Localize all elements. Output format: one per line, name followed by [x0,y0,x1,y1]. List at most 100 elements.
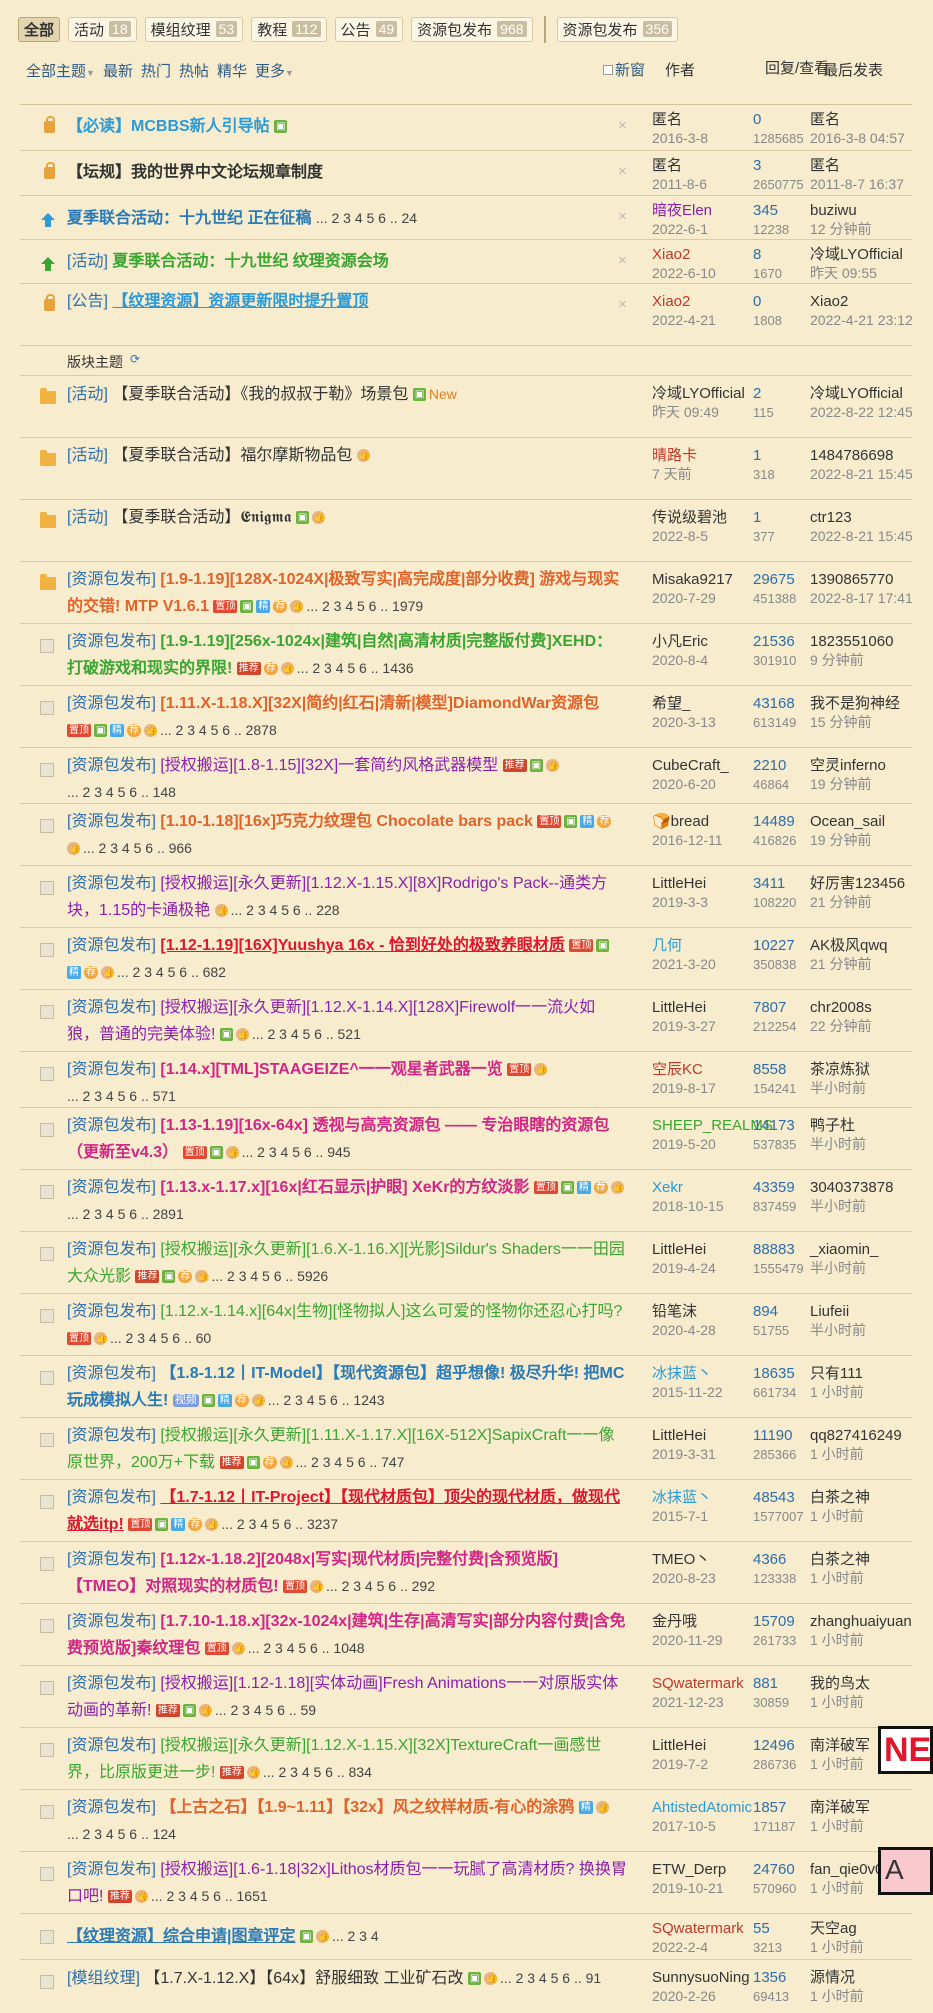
last-poster[interactable]: _xiaomin_ [810,1240,915,1259]
author-name[interactable]: Xiao2 [652,292,757,311]
author-name[interactable]: CubeCraft_ [652,756,757,775]
reply-count[interactable]: 4366 [753,1550,808,1569]
close-icon[interactable]: × [618,296,627,313]
thread-row[interactable]: [模组纹理] 【1.7.X-1.12.X】【64x】舒服细致 工业矿石改 ▣ 👍.… [20,1960,912,2013]
thread-category[interactable]: [资源包发布] [67,1551,156,1568]
thread-category[interactable]: [活动] [67,509,108,526]
author-name[interactable]: 🍞bread [652,812,757,831]
thread-title-link[interactable]: 【坛规】我的世界中文论坛规章制度 [67,164,323,181]
reply-count[interactable]: 2 [753,384,808,403]
thread-title-link[interactable]: [1.12.x-1.14.x][64x|生物][怪物拟人]这么可爱的怪物你还忍心… [160,1303,622,1320]
author-name[interactable]: ETW_Derp [652,1860,757,1879]
close-icon[interactable]: × [618,208,627,225]
author-name[interactable]: SQwatermark [652,1674,757,1693]
reply-count[interactable]: 55 [753,1919,808,1938]
reply-count[interactable]: 18635 [753,1364,808,1383]
thread-pagination[interactable]: ... 2 3 4 5 6 .. 1979 [306,598,423,614]
thread-pagination[interactable]: ... 2 3 4 5 6 .. 1651 [151,1888,268,1904]
last-poster[interactable]: qq827416249 [810,1426,915,1445]
author-name[interactable]: 空辰KC [652,1060,757,1079]
last-post-time[interactable]: 半小时前 [810,1321,915,1340]
last-post-time[interactable]: 22 分钟前 [810,1017,915,1036]
last-poster[interactable]: 我不是狗神经 [810,694,915,713]
last-post-time[interactable]: 2022-4-21 23:12 [810,311,915,330]
reply-count[interactable]: 12496 [753,1736,808,1755]
thread-row[interactable]: [资源包发布] 【上古之石】【1.9~1.11】【32x】风之纹样材质-有心的涂… [20,1790,912,1852]
floating-ad-2[interactable]: A [878,1847,933,1895]
thread-row[interactable]: [资源包发布] [1.14.x][TML]STAAGEIZE^一一观星者武器一览… [20,1052,912,1108]
reply-count[interactable]: 881 [753,1674,808,1693]
last-poster[interactable]: AK极风qwq [810,936,915,955]
author-name[interactable]: 金丹哦 [652,1612,757,1631]
author-name[interactable]: 几何 [652,936,757,955]
last-post-time[interactable]: 15 分钟前 [810,713,915,732]
last-poster[interactable]: 1484786698 [810,446,915,465]
thread-category[interactable]: [资源包发布] [67,1675,156,1692]
last-post-time[interactable]: 半小时前 [810,1135,915,1154]
thread-row[interactable]: [资源包发布] [1.9-1.19][256x-1024x|建筑|自然|高清材质… [20,624,912,686]
thread-category[interactable]: [资源包发布] [67,1737,156,1754]
author-name[interactable]: Misaka9217 [652,570,757,589]
thread-title-link[interactable]: [1.10-1.18][16x]巧克力纹理包 Chocolate bars pa… [160,813,533,830]
reply-count[interactable]: 2210 [753,756,808,775]
filter-digest[interactable]: 精华 [217,60,247,81]
reply-count[interactable]: 1 [753,508,808,527]
thread-row[interactable]: [活动] 夏季联合活动：十九世纪 纹理资源会场 × Xiao2 2022-6-10 8… [20,240,912,284]
thread-row[interactable]: [资源包发布] [1.12.x-1.14.x][64x|生物][怪物拟人]这么可… [20,1294,912,1356]
tab-6[interactable]: 资源包发布 356 [556,16,678,42]
thread-row[interactable]: [资源包发布] [1.13.x-1.17.x][16x|红石显示|护眼] XeK… [20,1170,912,1232]
thread-title-link[interactable]: [1.11.X-1.18.X][32X|简约|红石|清新|模型]DiamondW… [160,695,599,712]
thread-row[interactable]: 【必读】MCBBS新人引导帖 ▣ × 匿名 2016-3-8 0 1285685 匿名 201… [20,105,912,151]
thread-row[interactable]: [资源包发布] [授权搬运][1.6-1.18|32x]Lithos材质包一一玩… [20,1852,912,1914]
thread-title-link[interactable]: 【1.7.X-1.12.X】【64x】舒服细致 工业矿石改 [144,1970,463,1987]
thread-category[interactable]: [资源包发布] [67,1365,156,1382]
thread-pagination[interactable]: ... 2 3 4 5 6 .. 3237 [221,1516,338,1532]
last-post-time[interactable]: 半小时前 [810,1259,915,1278]
thread-title-link[interactable]: [授权搬运][1.8-1.15][32X]一套简约风格武器模型 [160,757,498,774]
last-poster[interactable]: 白茶之神 [810,1488,915,1507]
close-icon[interactable]: × [618,252,627,269]
reply-count[interactable]: 88883 [753,1240,808,1259]
thread-row[interactable]: [资源包发布] [授权搬运][永久更新][1.12.X-1.15.X][32X]… [20,1728,912,1790]
thread-title-link[interactable]: [1.13.x-1.17.x][16x|红石显示|护眼] XeKr的方纹淡影 [160,1179,529,1196]
last-post-time[interactable]: 19 分钟前 [810,831,915,850]
author-name[interactable]: LittleHei [652,998,757,1017]
last-poster[interactable]: 匿名 [810,156,915,175]
filter-latest[interactable]: 最新 [103,60,133,81]
author-name[interactable]: 铅笔沫 [652,1302,757,1321]
reply-count[interactable]: 10227 [753,936,808,955]
last-post-time[interactable]: 1 小时前 [810,1569,915,1588]
last-post-time[interactable]: 1 小时前 [810,1938,915,1957]
last-post-time[interactable]: 2011-8-7 16:37 [810,175,915,194]
reply-count[interactable]: 1857 [753,1798,808,1817]
thread-category[interactable]: [资源包发布] [67,813,156,830]
thread-category[interactable]: [资源包发布] [67,571,156,588]
thread-pagination[interactable]: ... 2 3 4 5 6 .. 228 [231,902,340,918]
checkbox-icon[interactable] [603,64,613,75]
thread-category[interactable]: [资源包发布] [67,695,156,712]
reply-count[interactable]: 43168 [753,694,808,713]
refresh-icon[interactable]: ⟳ [130,352,140,366]
thread-category[interactable]: [资源包发布] [67,1613,156,1630]
thread-category[interactable]: [公告] [67,293,108,310]
thread-row[interactable]: [活动] 【夏季联合活动】《我的叔叔于勒》场景包 ▣ New 冷域LYOfficia… [20,376,913,438]
last-post-time[interactable]: 1 小时前 [810,1693,915,1712]
last-post-time[interactable]: 1 小时前 [810,1507,915,1526]
filter-more[interactable]: 更多▼ [255,60,294,81]
last-post-time[interactable]: 半小时前 [810,1079,915,1098]
thread-pagination[interactable]: ... 2 3 4 5 6 .. 292 [326,1578,435,1594]
author-name[interactable]: LittleHei [652,1426,757,1445]
author-name[interactable]: 冰抹蓝丶 [652,1364,757,1383]
floating-ad-1[interactable]: NE [878,1726,933,1774]
last-poster[interactable]: chr2008s [810,998,915,1017]
close-icon[interactable]: × [618,117,627,134]
thread-category[interactable]: [资源包发布] [67,1061,156,1078]
author-name[interactable]: LittleHei [652,874,757,893]
thread-pagination[interactable]: ... 2 3 4 [332,1928,379,1944]
author-name[interactable]: 冷域LYOfficial [652,384,757,403]
thread-row[interactable]: [资源包发布] [1.12-1.19][16X]Yuushya 16x - 恰到… [20,928,912,990]
tab-5[interactable]: 资源包发布 968 [411,16,533,42]
reply-count[interactable]: 894 [753,1302,808,1321]
thread-category[interactable]: [资源包发布] [67,875,156,892]
reply-count[interactable]: 8 [753,245,808,264]
